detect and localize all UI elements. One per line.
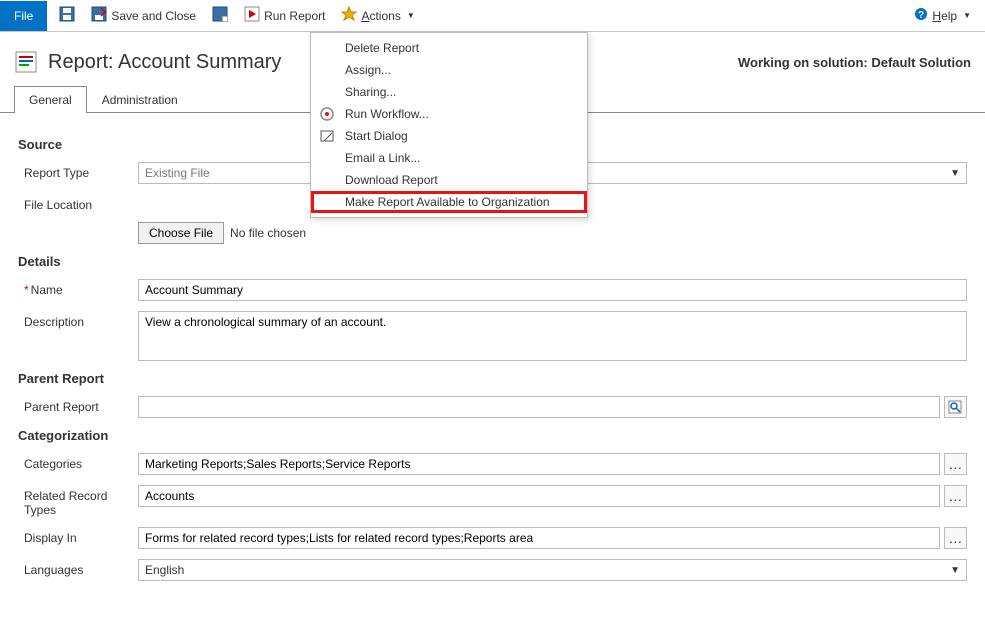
categories-input[interactable] — [138, 453, 940, 475]
menu-delete-report[interactable]: Delete Report — [311, 37, 587, 59]
help-button[interactable]: ? Help ▼ — [908, 3, 977, 28]
display-in-picker[interactable]: … — [944, 527, 967, 549]
label-related-types: Related Record Types — [18, 485, 138, 517]
label-parent-report: Parent Report — [18, 396, 138, 414]
menu-download-report[interactable]: Download Report — [311, 169, 587, 191]
section-details: Details — [18, 254, 967, 269]
actions-label: Actions — [361, 9, 400, 23]
save-new-button[interactable] — [206, 2, 234, 29]
label-report-type: Report Type — [18, 162, 138, 180]
lookup-button[interactable] — [944, 396, 967, 418]
related-types-input[interactable] — [138, 485, 940, 507]
report-icon — [14, 50, 38, 74]
choose-file-button[interactable]: Choose File — [138, 222, 224, 244]
chevron-down-icon: ▼ — [950, 565, 960, 576]
name-input[interactable] — [138, 279, 967, 301]
label-description: Description — [18, 311, 138, 329]
label-file-location: File Location — [18, 194, 138, 212]
solution-label: Working on solution: Default Solution — [738, 55, 971, 70]
label-languages: Languages — [18, 559, 138, 577]
dropdown-icon: ▼ — [963, 11, 971, 20]
languages-select[interactable]: English ▼ — [138, 559, 967, 581]
label-categories: Categories — [18, 453, 138, 471]
save-close-icon — [91, 6, 107, 25]
actions-button[interactable]: Actions ▼ — [335, 2, 420, 29]
section-categorization: Categorization — [18, 428, 967, 443]
menu-email-link[interactable]: Email a Link... — [311, 147, 587, 169]
chevron-down-icon: ▼ — [950, 168, 960, 179]
save-close-label: Save and Close — [111, 9, 196, 23]
run-report-label: Run Report — [264, 9, 325, 23]
run-report-button[interactable]: Run Report — [238, 2, 331, 29]
section-parent-report: Parent Report — [18, 371, 967, 386]
dropdown-icon: ▼ — [407, 11, 415, 20]
description-input[interactable]: View a chronological summary of an accou… — [138, 311, 967, 361]
actions-icon — [341, 6, 357, 25]
svg-text:?: ? — [918, 10, 924, 21]
page-title: Report: Account Summary — [48, 51, 281, 74]
no-file-text: No file chosen — [230, 226, 306, 240]
menu-run-workflow[interactable]: Run Workflow... — [311, 103, 587, 125]
parent-report-input[interactable] — [138, 396, 940, 418]
save-button[interactable] — [53, 2, 81, 29]
help-icon: ? — [914, 7, 928, 24]
toolbar: File Save and Close Run Report — [0, 0, 985, 32]
tab-general[interactable]: General — [14, 86, 87, 113]
menu-make-available[interactable]: Make Report Available to Organization — [311, 191, 587, 213]
save-icon — [59, 6, 75, 25]
display-in-input[interactable] — [138, 527, 940, 549]
tab-administration[interactable]: Administration — [87, 86, 193, 113]
menu-assign[interactable]: Assign... — [311, 59, 587, 81]
workflow-icon — [319, 106, 335, 122]
save-close-button[interactable]: Save and Close — [85, 2, 202, 29]
dialog-icon — [319, 128, 335, 144]
lookup-icon — [948, 400, 962, 414]
label-display-in: Display In — [18, 527, 138, 545]
run-report-icon — [244, 6, 260, 25]
label-name: *Name — [18, 279, 138, 297]
related-types-picker[interactable]: … — [944, 485, 967, 507]
categories-picker[interactable]: … — [944, 453, 967, 475]
menu-sharing[interactable]: Sharing... — [311, 81, 587, 103]
file-button[interactable]: File — [0, 1, 47, 31]
save-new-icon — [212, 6, 228, 25]
actions-menu: Delete Report Assign... Sharing... Run W… — [310, 32, 588, 218]
help-label: Help — [932, 9, 957, 23]
menu-start-dialog[interactable]: Start Dialog — [311, 125, 587, 147]
